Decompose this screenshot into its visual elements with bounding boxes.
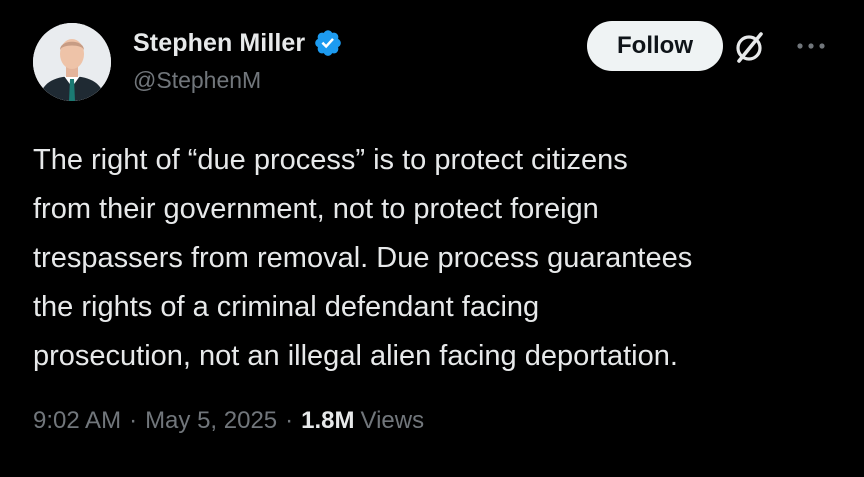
views-count[interactable]: 1.8M xyxy=(301,407,354,435)
display-name[interactable]: Stephen Miller xyxy=(133,29,305,58)
verified-badge-icon[interactable] xyxy=(313,28,343,58)
meta-separator: · xyxy=(129,407,138,434)
author-name-row[interactable]: Stephen Miller xyxy=(133,26,343,60)
tweet-text: The right of “due process” is to protect… xyxy=(33,144,693,372)
tweet-meta: 9:02 AM · May 5, 2025 · 1.8M Views xyxy=(33,407,424,435)
tweet-time[interactable]: 9:02 AM xyxy=(33,407,121,435)
follow-button[interactable]: Follow xyxy=(587,21,723,71)
views-label[interactable]: Views xyxy=(361,407,425,435)
grok-slash-icon[interactable] xyxy=(730,27,770,67)
author-handle[interactable]: @StephenM xyxy=(133,67,261,94)
more-horizontal-icon[interactable] xyxy=(794,36,830,56)
meta-separator: · xyxy=(285,407,294,434)
profile-photo xyxy=(33,23,111,101)
tweet-date[interactable]: May 5, 2025 xyxy=(145,407,277,435)
avatar[interactable] xyxy=(33,23,111,101)
